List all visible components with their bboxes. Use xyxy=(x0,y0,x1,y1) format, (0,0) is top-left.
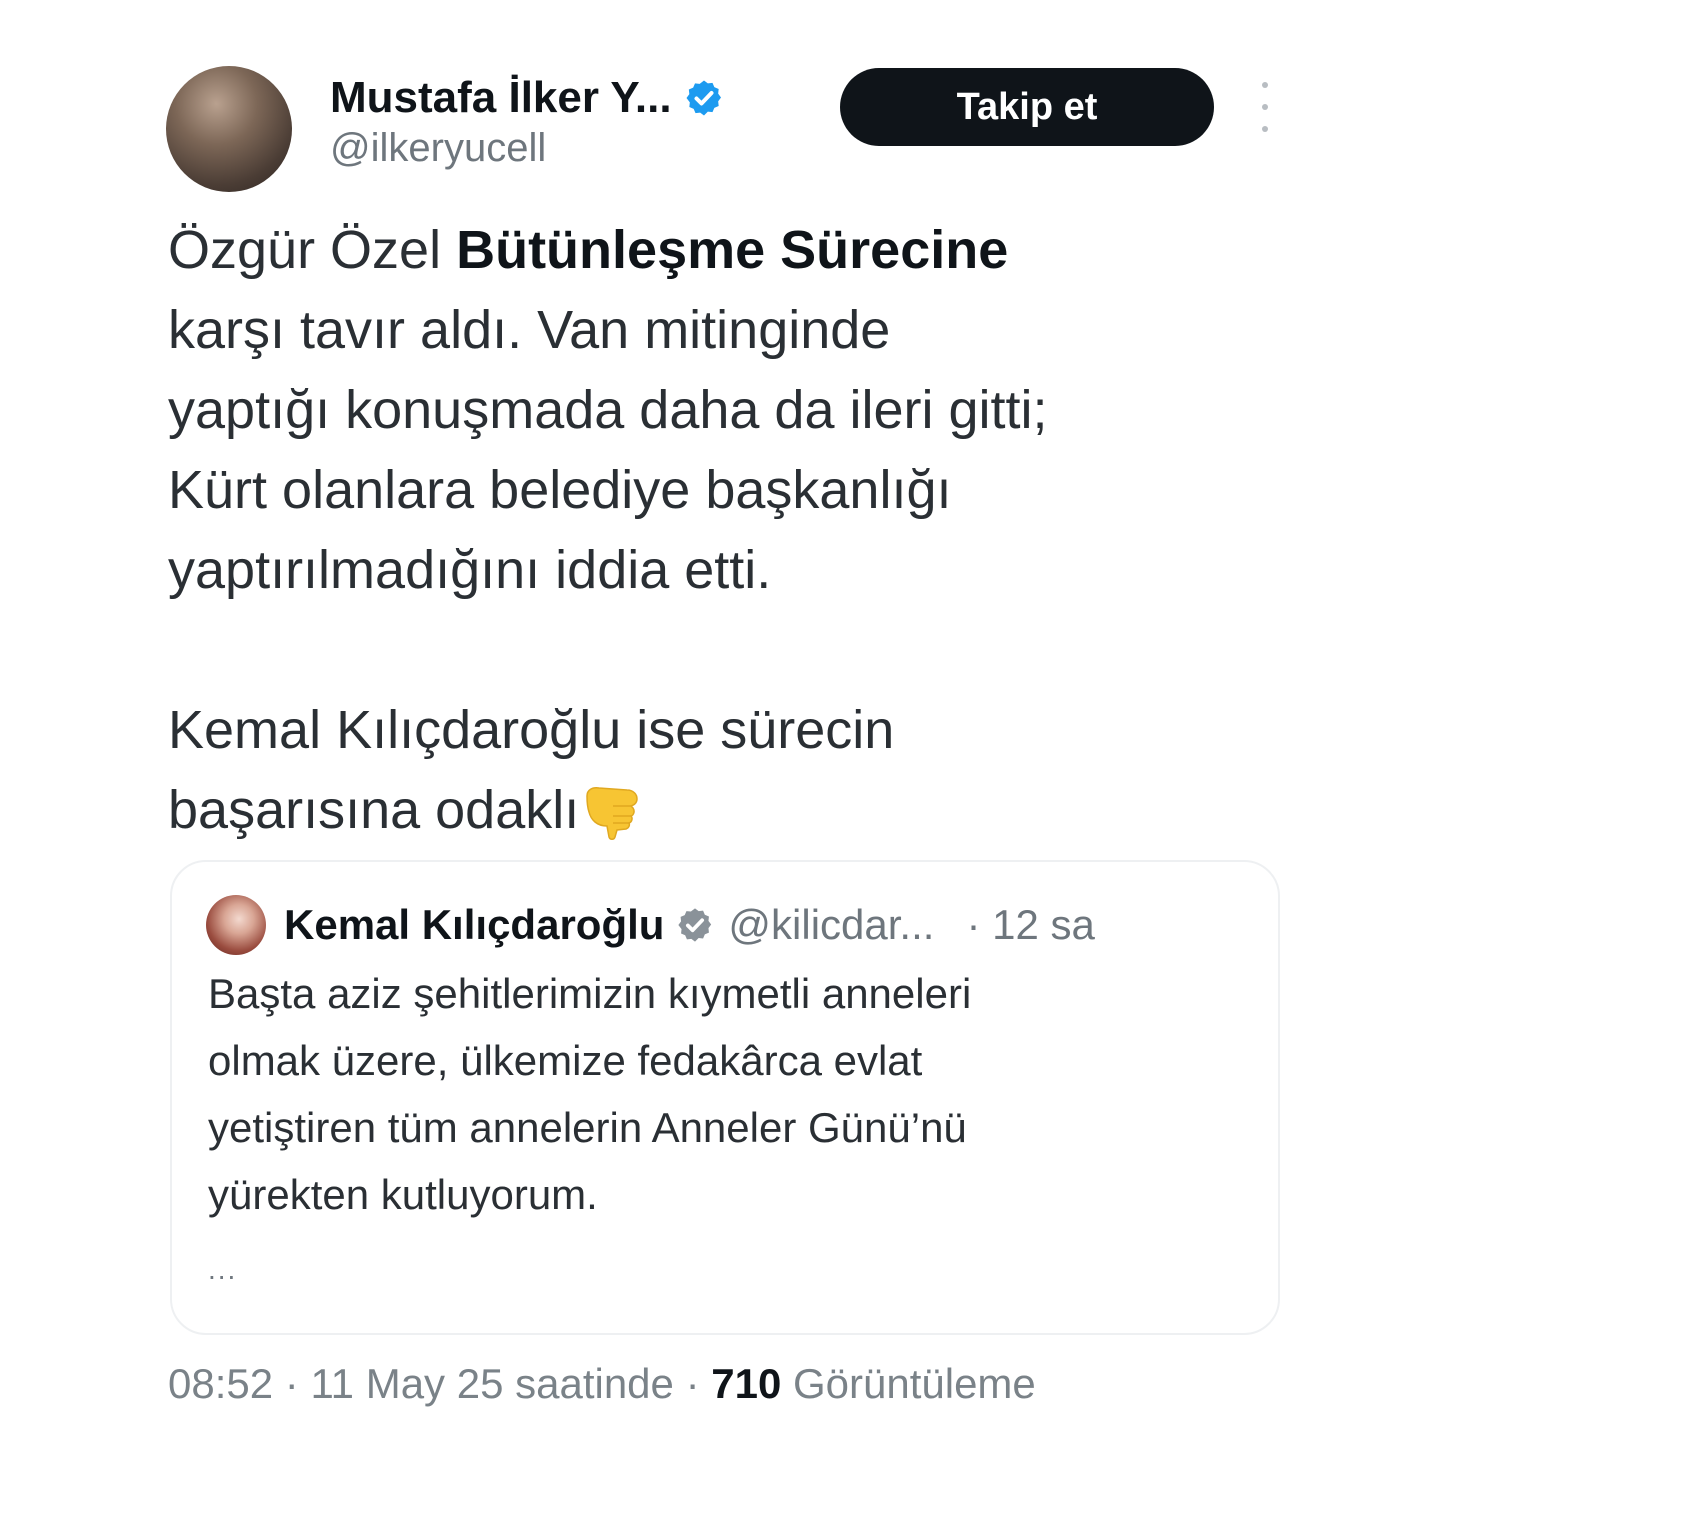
author-display-name[interactable]: Mustafa İlker Y... xyxy=(330,73,672,123)
tweet-text-bold-segment: Bütünleşme Sürecine xyxy=(456,220,1009,280)
tweet-text-line: Kemal Kılıçdaroğlu ise sürecin xyxy=(168,700,895,760)
author-handle[interactable]: @ilkeryucell xyxy=(330,126,546,171)
verified-badge-icon xyxy=(686,80,721,116)
tweet-text-line: karşı tavır aldı. Van mitinginde xyxy=(168,300,891,360)
quoted-show-more[interactable]: ... xyxy=(208,1254,237,1286)
tweet-text-line: yaptırılmadığını iddia etti. xyxy=(168,540,772,600)
quoted-text-line: yetiştiren tüm annelerin Anneler Günü’nü xyxy=(208,1104,967,1151)
quoted-tweet[interactable]: Kemal Kılıçdaroğlu @kilicdar... · 12 sa … xyxy=(170,860,1280,1335)
pointing-down-hand-emoji-icon xyxy=(586,786,639,840)
quoted-verified-badge-icon xyxy=(678,908,712,942)
quoted-author-avatar[interactable] xyxy=(206,895,266,955)
tweet-text-segment: başarısına odaklı xyxy=(168,780,580,840)
tweet-meta: 08:52 · 11 May 25 saatinde · 710 Görüntü… xyxy=(168,1360,1036,1408)
tweet-text: Özgür Özel Bütünleşme Sürecine karşı tav… xyxy=(168,210,1278,850)
quoted-text-line: Başta aziz şehitlerimizin kıymetli annel… xyxy=(208,970,972,1017)
quoted-text-line: yürekten kutluyorum. xyxy=(208,1171,598,1218)
views-label: Görüntüleme xyxy=(781,1360,1036,1407)
quoted-text-line: olmak üzere, ülkemize fedakârca evlat xyxy=(208,1037,923,1084)
views-count: 710 xyxy=(711,1360,782,1407)
quoted-tweet-header: Kemal Kılıçdaroğlu @kilicdar... · 12 sa xyxy=(206,892,1095,958)
quoted-author-display-name[interactable]: Kemal Kılıçdaroğlu xyxy=(284,901,664,949)
author-avatar[interactable] xyxy=(166,66,292,192)
tweet-text-line: Kürt olanlara belediye başkanlığı xyxy=(168,460,952,520)
meta-separator: · xyxy=(273,1360,311,1407)
more-options-icon[interactable] xyxy=(1250,82,1280,132)
follow-button[interactable]: Takip et xyxy=(840,68,1214,146)
tweet-text-line: Özgür Özel Bütünleşme Sürecine xyxy=(168,210,1278,290)
quoted-tweet-time[interactable]: · 12 sa xyxy=(966,901,1094,949)
tweet-time[interactable]: 08:52 xyxy=(168,1360,273,1407)
quoted-tweet-text: Başta aziz şehitlerimizin kıymetli annel… xyxy=(208,960,1248,1228)
tweet-text-line: başarısına odaklı xyxy=(168,770,1278,850)
quoted-author-handle[interactable]: @kilicdar... xyxy=(728,901,934,949)
tweet-card: Mustafa İlker Y... @ilkeryucell Takip et… xyxy=(150,50,1290,1450)
tweet-date[interactable]: 11 May 25 saatinde xyxy=(310,1360,673,1407)
tweet-text-segment: Özgür Özel xyxy=(168,220,457,280)
meta-separator: · xyxy=(673,1360,712,1407)
author-name-row: Mustafa İlker Y... xyxy=(330,68,724,128)
tweet-text-line: yaptığı konuşmada daha da ileri gitti; xyxy=(168,380,1048,440)
